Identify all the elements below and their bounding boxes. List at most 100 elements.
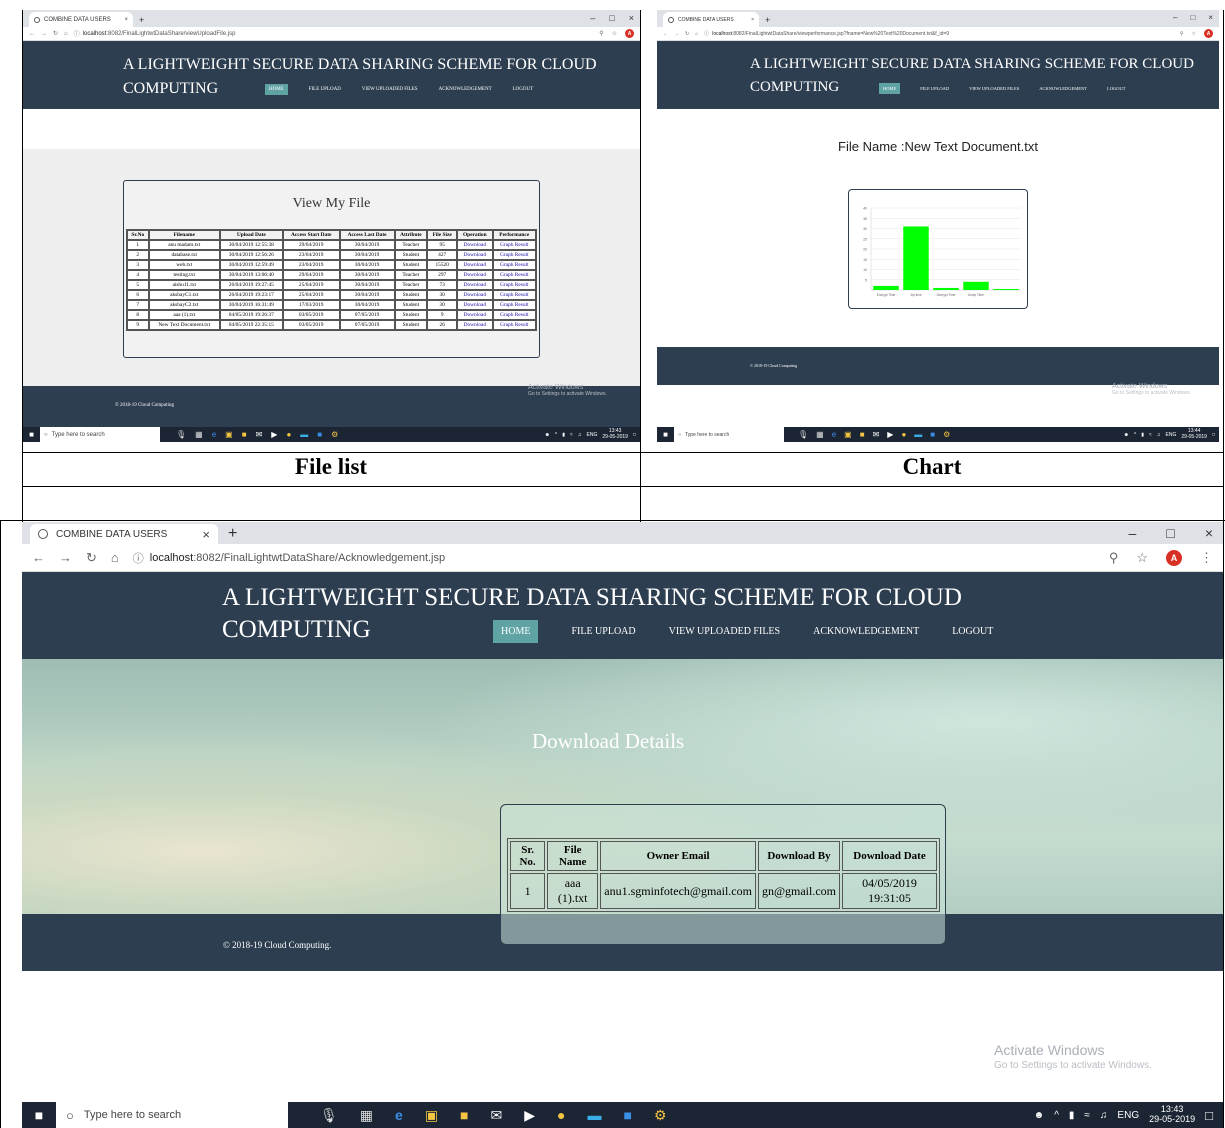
mic-icon[interactable]: 🎙 <box>320 1107 338 1124</box>
zoom-icon[interactable]: ⚲ <box>599 30 603 37</box>
close-window-button[interactable]: × <box>1205 525 1213 541</box>
volume-icon[interactable]: ♫ <box>578 432 582 438</box>
mail-icon[interactable]: ✉ <box>873 430 880 439</box>
media-icon[interactable]: ▶ <box>271 430 277 439</box>
home-icon[interactable]: ⌂ <box>64 31 68 37</box>
download-link[interactable]: Download <box>457 260 493 270</box>
settings-icon[interactable]: ⚙ <box>331 430 338 439</box>
new-tab-button[interactable]: + <box>228 525 237 543</box>
nav-acknowledgement[interactable]: ACKNOWLEDGEMENT <box>813 626 919 637</box>
close-window-button[interactable]: × <box>1208 13 1213 22</box>
nav-view-uploaded-files[interactable]: VIEW UPLOADED FILES <box>969 86 1019 91</box>
chevron-up-icon[interactable]: ^ <box>1134 432 1136 438</box>
files-icon[interactable]: ■ <box>460 1107 468 1123</box>
edge-icon[interactable]: e <box>395 1107 403 1123</box>
taskbar-search[interactable]: ○ Type here to search <box>56 1102 288 1128</box>
language-indicator[interactable]: ENG <box>1166 432 1177 438</box>
url-field[interactable]: localhost:8082/FinalLightwtDataShare/vie… <box>712 31 949 37</box>
profile-avatar[interactable]: A <box>625 29 634 38</box>
tab-close-icon[interactable]: × <box>751 17 754 23</box>
download-link[interactable]: Download <box>457 320 493 330</box>
notification-icon[interactable]: □ <box>1212 432 1215 438</box>
app-icon-2[interactable]: ■ <box>317 430 322 439</box>
download-link[interactable]: Download <box>457 270 493 280</box>
browser-tab[interactable]: COMBINE DATA USERS × <box>663 12 759 27</box>
forward-icon[interactable]: → <box>41 31 47 37</box>
task-view-icon[interactable]: ▦ <box>816 430 824 439</box>
mail-icon[interactable]: ✉ <box>491 1107 503 1124</box>
files-icon[interactable]: ■ <box>242 430 247 439</box>
task-view-icon[interactable]: ▦ <box>195 430 203 439</box>
graph-result-link[interactable]: Graph Result <box>492 310 536 320</box>
graph-result-link[interactable]: Graph Result <box>492 290 536 300</box>
windows-start-icon[interactable]: ■ <box>22 1107 56 1123</box>
nav-logout[interactable]: LOGOUT <box>513 87 534 92</box>
media-icon[interactable]: ▶ <box>524 1107 535 1124</box>
settings-icon[interactable]: ⚙ <box>943 430 950 439</box>
store-icon[interactable]: ▣ <box>225 430 233 439</box>
mic-icon[interactable]: 🎙 <box>798 430 808 439</box>
language-indicator[interactable]: ENG <box>587 432 598 438</box>
mic-icon[interactable]: 🎙 <box>176 430 186 439</box>
language-indicator[interactable]: ENG <box>1117 1110 1139 1121</box>
forward-icon[interactable]: → <box>674 31 679 37</box>
back-icon[interactable]: ← <box>29 31 35 37</box>
nav-logout[interactable]: LOGOUT <box>952 626 993 637</box>
forward-icon[interactable]: → <box>59 550 72 565</box>
volume-icon[interactable]: ♫ <box>1100 1110 1108 1121</box>
zoom-icon[interactable]: ⚲ <box>1180 31 1184 37</box>
profile-avatar[interactable]: A <box>1166 549 1182 566</box>
download-link[interactable]: Download <box>457 250 493 260</box>
edge-icon[interactable]: e <box>832 430 836 439</box>
star-icon[interactable]: ☆ <box>612 30 617 37</box>
battery-icon[interactable]: ▮ <box>562 432 565 438</box>
files-icon[interactable]: ■ <box>860 430 865 439</box>
chevron-up-icon[interactable]: ^ <box>1054 1110 1059 1121</box>
app-icon-2[interactable]: ■ <box>624 1107 632 1123</box>
star-icon[interactable]: ☆ <box>1136 550 1148 566</box>
network-icon[interactable]: ≈ <box>1084 1110 1090 1121</box>
minimize-button[interactable]: – <box>1129 525 1137 541</box>
clock[interactable]: 13:43 29-05-2019 <box>602 428 628 440</box>
browser-tab[interactable]: COMBINE DATA USERS × <box>30 524 218 544</box>
battery-icon[interactable]: ▮ <box>1069 1110 1075 1121</box>
back-icon[interactable]: ← <box>32 550 45 565</box>
network-icon[interactable]: ≈ <box>1149 432 1152 438</box>
close-window-button[interactable]: × <box>629 13 634 23</box>
graph-result-link[interactable]: Graph Result <box>492 300 536 310</box>
windows-start-icon[interactable]: ■ <box>23 430 40 439</box>
clock[interactable]: 13:44 29-05-2019 <box>1181 428 1207 440</box>
new-tab-button[interactable]: + <box>139 15 144 25</box>
minimize-button[interactable]: – <box>1173 13 1177 22</box>
windows-start-icon[interactable]: ■ <box>657 430 674 439</box>
volume-icon[interactable]: ♫ <box>1157 432 1161 438</box>
nav-view-uploaded-files[interactable]: VIEW UPLOADED FILES <box>362 87 418 92</box>
tab-close-icon[interactable]: × <box>124 17 128 23</box>
minimize-button[interactable]: – <box>590 13 595 23</box>
download-link[interactable]: Download <box>457 310 493 320</box>
download-link[interactable]: Download <box>457 300 493 310</box>
graph-result-link[interactable]: Graph Result <box>492 260 536 270</box>
clock[interactable]: 13:43 29-05-2019 <box>1149 1104 1195 1125</box>
graph-result-link[interactable]: Graph Result <box>492 270 536 280</box>
maximize-button[interactable]: □ <box>1190 13 1195 22</box>
zoom-icon[interactable]: ⚲ <box>1109 550 1119 566</box>
home-icon[interactable]: ⌂ <box>695 31 698 37</box>
download-link[interactable]: Download <box>457 280 493 290</box>
nav-view-uploaded-files[interactable]: VIEW UPLOADED FILES <box>669 626 780 637</box>
nav-file-upload[interactable]: FILE UPLOAD <box>920 86 949 91</box>
taskbar-search[interactable]: ○ Type here to search <box>674 427 784 442</box>
mail-icon[interactable]: ✉ <box>256 430 263 439</box>
nav-file-upload[interactable]: FILE UPLOAD <box>571 626 635 637</box>
profile-avatar[interactable]: A <box>1204 29 1213 38</box>
maximize-button[interactable]: □ <box>1166 525 1174 541</box>
taskbar-search[interactable]: ○ Type here to search <box>40 427 160 442</box>
new-tab-button[interactable]: + <box>765 15 770 25</box>
nav-home[interactable]: HOME <box>879 83 901 94</box>
tab-close-icon[interactable]: × <box>202 527 210 542</box>
reload-icon[interactable]: ↻ <box>53 30 58 37</box>
notification-icon[interactable]: □ <box>633 432 636 438</box>
browser-tab[interactable]: COMBINE DATA USERS × <box>29 12 133 27</box>
graph-result-link[interactable]: Graph Result <box>492 320 536 330</box>
nav-acknowledgement[interactable]: ACKNOWLEDGEMENT <box>1039 86 1087 91</box>
